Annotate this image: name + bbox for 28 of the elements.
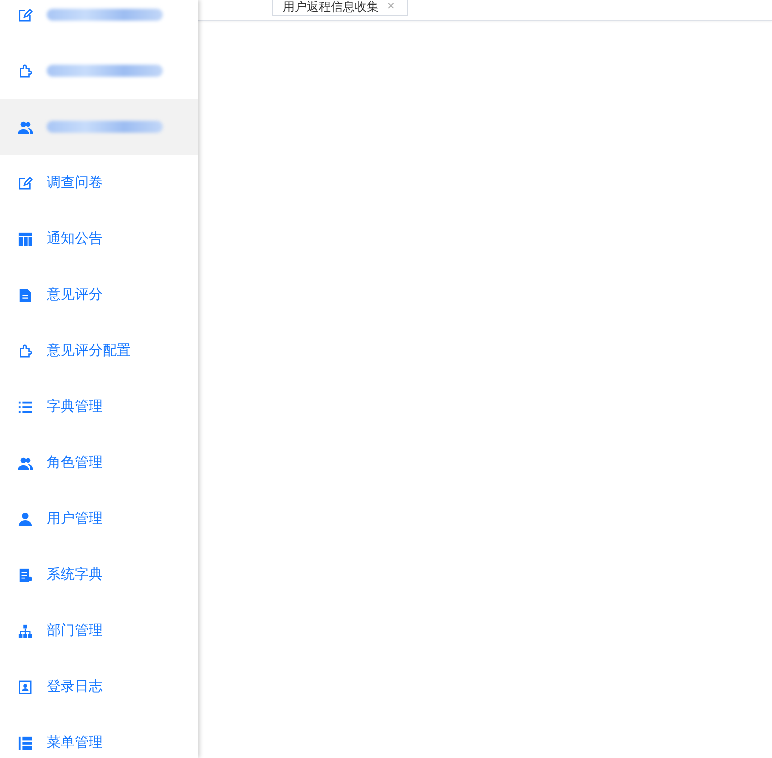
list-icon — [18, 400, 33, 414]
id-card-icon — [18, 680, 33, 694]
edit-icon — [18, 176, 33, 190]
user-icon — [18, 512, 33, 526]
users-icon — [18, 120, 33, 134]
users-icon — [18, 456, 33, 470]
sidebar-item[interactable]: 字典管理 — [0, 379, 198, 435]
edit-icon — [18, 8, 33, 22]
sidebar-item[interactable] — [0, 99, 198, 155]
book-icon — [18, 568, 33, 582]
document-icon — [18, 288, 33, 302]
puzzle-icon — [18, 344, 33, 358]
puzzle-icon — [18, 64, 33, 78]
page-tab[interactable]: 用户返程信息收集 × — [272, 0, 408, 16]
sidebar-item[interactable]: 部门管理 — [0, 603, 198, 659]
sidebar-item[interactable]: 通知公告 — [0, 211, 198, 267]
sidebar-item[interactable]: 调查问卷 — [0, 155, 198, 211]
sidebar-item[interactable]: 菜单管理 — [0, 715, 198, 758]
sidebar-item[interactable]: 用户管理 — [0, 491, 198, 547]
sidebar-item[interactable]: 意见评分 — [0, 267, 198, 323]
close-icon[interactable]: × — [387, 0, 396, 15]
sidebar-item[interactable]: 意见评分配置 — [0, 323, 198, 379]
sidebar-item[interactable]: 角色管理 — [0, 435, 198, 491]
org-chart-icon — [18, 624, 33, 638]
menu-icon — [18, 736, 33, 750]
grid-icon — [18, 232, 33, 246]
sidebar-item[interactable]: 系统字典 — [0, 547, 198, 603]
sidebar-item[interactable]: 登录日志 — [0, 659, 198, 715]
